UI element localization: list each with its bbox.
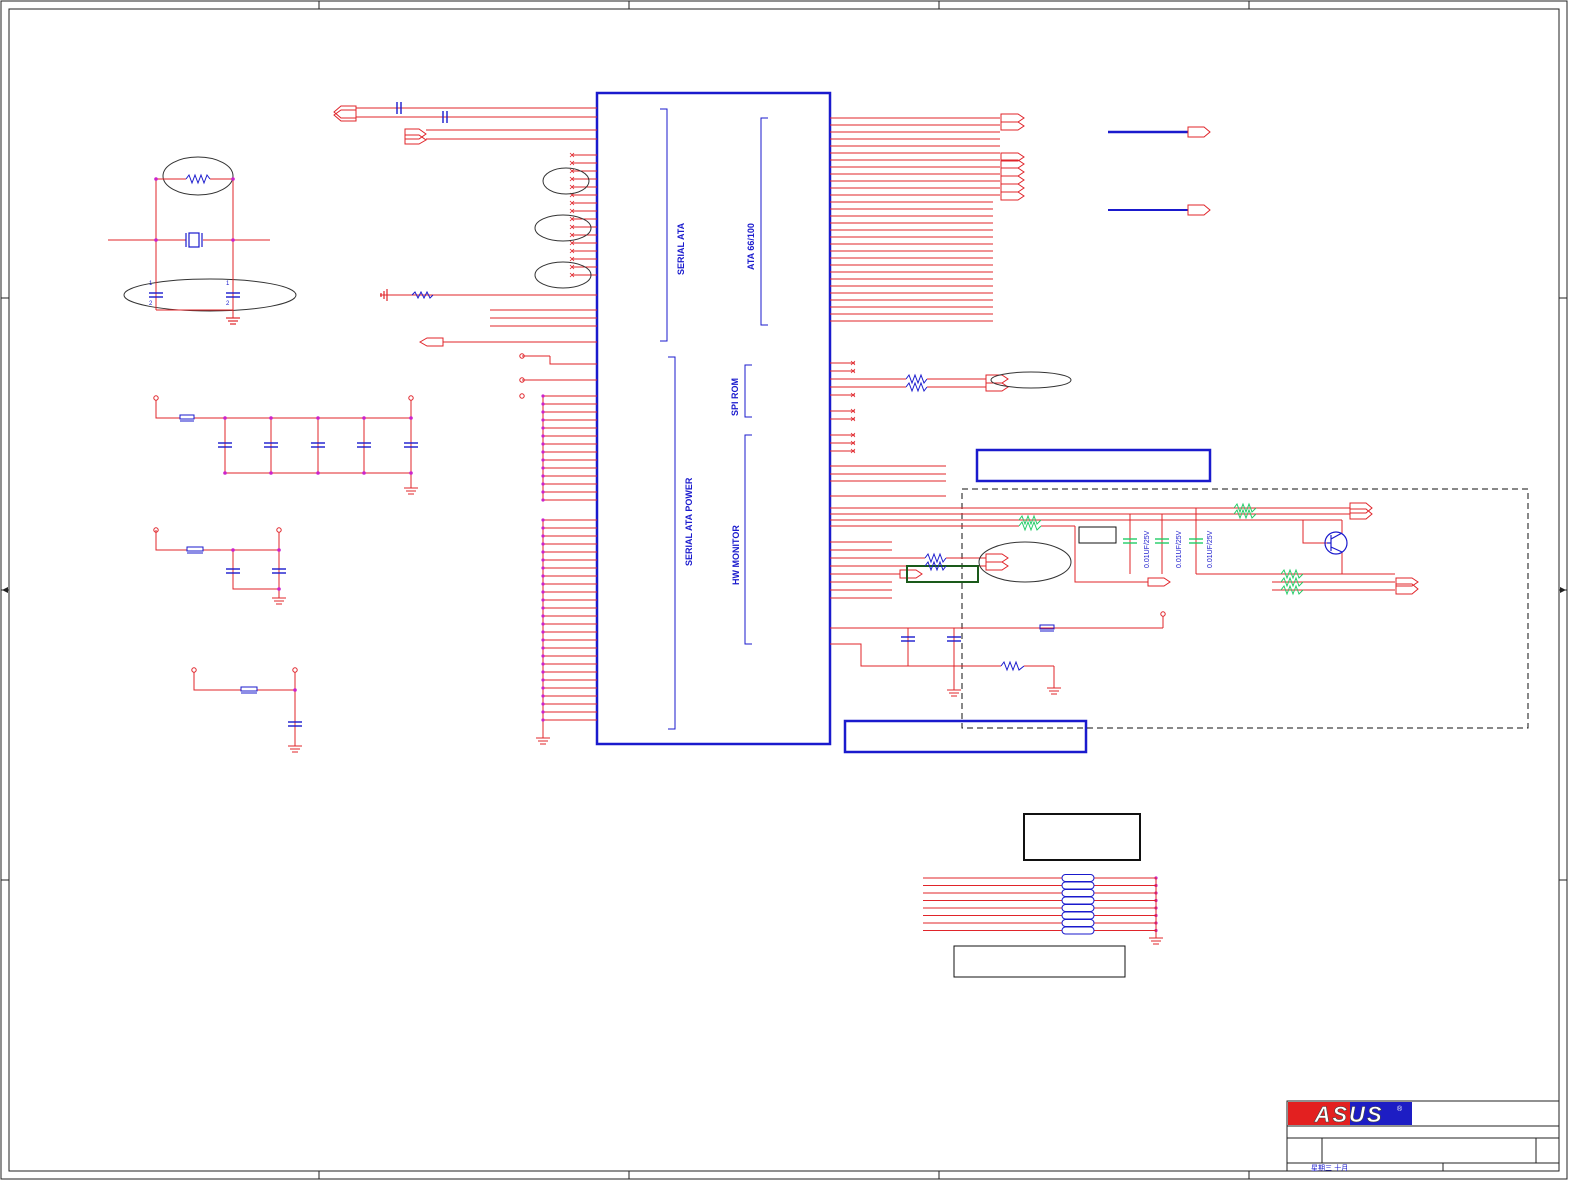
power-pin-junction <box>541 654 545 658</box>
power-pin-junction <box>541 590 545 594</box>
power-pin-junction <box>541 458 545 462</box>
small-label-box <box>1078 526 1117 544</box>
cap-value-3: 0.01UF/25V <box>1207 530 1214 568</box>
array-resistor <box>1061 896 1095 905</box>
power-pin-junction <box>541 702 545 706</box>
power-pin-junction <box>541 490 545 494</box>
decoupling-group-1 <box>153 395 418 495</box>
power-pin-junction <box>541 558 545 562</box>
chip-right-signal-wires <box>830 117 1000 497</box>
hw-monitor-circuit: 0.01UF/25V 0.01UF/25V 0.01UF/25V <box>830 502 1419 697</box>
asus-registered-mark: ® <box>1397 1105 1403 1113</box>
power-pin-junction <box>541 622 545 626</box>
crystal-cap2-pin1: 1 <box>226 281 230 287</box>
crystal-circuit: 1 2 1 2 <box>108 156 297 325</box>
power-pin-junction <box>541 442 545 446</box>
pin-ellipses <box>534 167 592 289</box>
label-hw-monitor: HW MONITOR <box>731 525 741 585</box>
coupling-capacitors <box>396 102 448 123</box>
array-resistor <box>1061 874 1095 882</box>
power-pin-junction <box>541 694 545 698</box>
power-pin-junction <box>541 518 545 522</box>
power-pin-junction <box>541 710 545 714</box>
power-pin-junction <box>541 466 545 470</box>
label-ata-66-100: ATA 66/100 <box>746 223 756 270</box>
power-pin-junction <box>541 534 545 538</box>
bottom-resistor-array <box>923 874 1163 945</box>
junction-dots <box>541 394 1158 933</box>
option-box-black <box>1023 813 1141 861</box>
array-resistor <box>1061 889 1095 897</box>
asus-logo-text: ASUS <box>1313 1102 1383 1127</box>
power-pin-junction <box>541 686 545 690</box>
power-pin-junction <box>541 542 545 546</box>
label-serial-ata-power: SERIAL ATA POWER <box>684 477 694 566</box>
array-resistor <box>1061 919 1095 927</box>
label-spi-rom: SPI ROM <box>730 378 740 416</box>
spi-rom-resistors <box>830 371 1072 393</box>
power-pin-junction <box>541 582 545 586</box>
array-resistor <box>1061 911 1095 920</box>
main-chip-body <box>595 91 832 746</box>
power-pin-junction <box>541 498 545 502</box>
power-pin-junction <box>541 566 545 570</box>
array-resistor <box>1061 881 1095 890</box>
power-pin-junction <box>541 630 545 634</box>
power-pin-junction <box>541 550 545 554</box>
side-signal-lines <box>1108 126 1211 216</box>
array-resistor <box>1061 904 1095 912</box>
title-box-lower <box>843 719 1088 754</box>
power-pin-junction <box>541 646 545 650</box>
power-pin-junction <box>541 662 545 666</box>
power-pin-junction <box>541 482 545 486</box>
schematic-canvas: SERIAL ATA ATA 66/100 SERIAL ATA POWER S… <box>0 0 1568 1180</box>
power-pin-junction <box>541 678 545 682</box>
title-block: ASUS ® 星期三 十月 <box>1286 1100 1560 1172</box>
transistor-q1 <box>1324 531 1348 555</box>
crystal-cap1-pin1: 1 <box>149 281 153 287</box>
power-pin-junction <box>541 426 545 430</box>
power-pin-junction <box>541 638 545 642</box>
power-pin-junction <box>541 598 545 602</box>
power-pin-junction <box>541 718 545 722</box>
top-left-inputs <box>333 105 597 399</box>
no-connect-marks <box>569 152 856 454</box>
decoupling-group-2 <box>153 527 286 605</box>
power-pin-junction <box>541 474 545 478</box>
decoupling-group-3 <box>191 667 302 753</box>
crystal-cap2-pin2: 2 <box>226 301 230 307</box>
power-pin-junction <box>541 410 545 414</box>
label-serial-ata: SERIAL ATA <box>676 222 686 275</box>
title-box-upper <box>975 448 1212 483</box>
cap-value-1: 0.01UF/25V <box>1144 530 1151 568</box>
power-pin-junction <box>541 670 545 674</box>
power-pin-junction <box>541 606 545 610</box>
power-pin-junction <box>541 434 545 438</box>
power-pin-junction <box>541 394 545 398</box>
hw-monitor-dashed-region <box>961 488 1529 729</box>
title-date: 星期三 十月 <box>1311 1163 1348 1172</box>
power-pin-junction <box>541 418 545 422</box>
power-pin-junction <box>541 574 545 578</box>
serial-ata-power-wires <box>536 395 597 745</box>
note-box-bottom <box>953 945 1126 978</box>
ata-output-connectors <box>1000 113 1025 201</box>
power-pin-junction <box>541 526 545 530</box>
power-pin-junction <box>541 450 545 454</box>
cap-value-2: 0.01UF/25V <box>1176 530 1183 568</box>
chip-brackets <box>660 108 768 730</box>
crystal-cap1-pin2: 2 <box>149 301 153 307</box>
power-pin-junction <box>541 614 545 618</box>
array-resistor <box>1061 926 1095 935</box>
power-pin-junction <box>541 402 545 406</box>
